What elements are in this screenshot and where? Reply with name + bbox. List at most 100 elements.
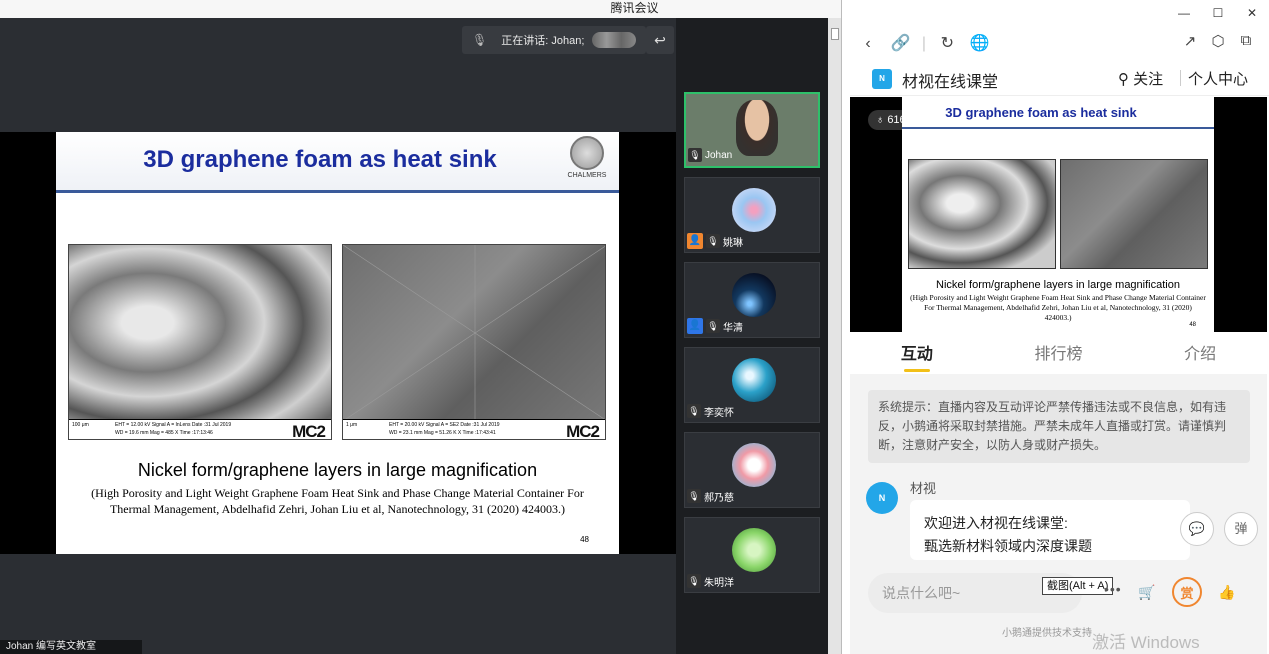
refresh-icon[interactable]: ↻ xyxy=(933,33,961,53)
live-sem-left xyxy=(908,159,1056,269)
sem-params-a: EHT = 20.00 kV Signal A = SE2 Date :31 J… xyxy=(389,422,500,428)
mic-icon: 🎙 xyxy=(688,148,702,162)
more-icon[interactable]: ••• xyxy=(1104,581,1122,597)
participant-tile[interactable]: 👤 🎙 姚琳 xyxy=(684,177,820,253)
meeting-area: 🎙 正在讲话: Johan; ↩ 3D graphene foam as hea… xyxy=(0,18,828,654)
reward-button[interactable]: 赏 xyxy=(1172,577,1202,607)
seal-text: CHALMERS xyxy=(567,172,607,179)
participant-name: 华清 xyxy=(723,322,743,334)
share-icon[interactable]: ↗ xyxy=(1176,32,1204,50)
avatar xyxy=(732,273,776,317)
avatar xyxy=(732,188,776,232)
participant-video xyxy=(736,100,778,156)
system-notice: 系统提示：直播内容及互动评论严禁传播违法或不良信息，如有违反，小鹅通将采取封禁措… xyxy=(868,390,1250,463)
participant-tile[interactable]: 🎙 朱明洋 xyxy=(684,517,820,593)
header-divider xyxy=(56,190,619,193)
shared-screen: 3D graphene foam as heat sink CHALMERS 1… xyxy=(0,132,676,554)
chat-input-row: 说点什么吧~ 截图(Alt + A) ••• 🛒 赏 👍 xyxy=(850,565,1267,620)
app-name: 材视在线课堂 xyxy=(902,74,999,91)
document-icon xyxy=(831,28,839,40)
slide-page-number: 48 xyxy=(580,535,589,544)
globe-icon[interactable]: 🌐 xyxy=(966,33,994,53)
tab-interaction[interactable]: 互动 xyxy=(901,340,933,372)
presenter-name-tag: Johan 编写英文教室 xyxy=(0,640,142,654)
participant-label: 🎙 朱明洋 xyxy=(687,573,734,589)
slide-caption: Nickel form/graphene layers in large mag… xyxy=(137,460,538,480)
sem-scale: 100 μm xyxy=(72,422,89,428)
follow-label: 关注 xyxy=(1133,71,1164,88)
live-slide: 3D graphene foam as heat sink Nickel for… xyxy=(902,97,1214,332)
mic-muted-icon: 🎙 xyxy=(687,574,701,588)
avatar xyxy=(732,528,776,572)
nav-divider: | xyxy=(921,35,926,52)
avatar xyxy=(732,443,776,487)
seal-emblem xyxy=(570,136,604,170)
windows-watermark: 激活 Windows xyxy=(1092,633,1200,652)
participant-tile[interactable]: 🎙 李奕怀 xyxy=(684,347,820,423)
participant-video-list[interactable]: 🎙 Johan 👤 🎙 姚琳 👤 🎙 华清 🎙 李奕怀 🎙 郝乃慈 🎙 朱明洋 xyxy=(676,18,828,654)
like-icon[interactable]: 👍 xyxy=(1212,577,1242,607)
screenshot-tooltip: 截图(Alt + A) xyxy=(1042,577,1114,595)
sem-params-a: EHT = 12.00 kV Signal A = InLens Date :3… xyxy=(115,422,232,428)
sem-crosshair xyxy=(343,245,605,421)
participant-label: 🎙 郝乃慈 xyxy=(687,488,734,504)
cube-icon[interactable]: ⬡ xyxy=(1204,32,1232,50)
header-divider xyxy=(1180,70,1181,86)
pin-icon[interactable]: ⧉ xyxy=(1232,32,1260,50)
slide-title: 3D graphene foam as heat sink xyxy=(143,146,497,173)
live-classroom-panel: — ☐ ✕ ‹ 🔗 | ↻ 🌐 ↗ ⬡ ⧉ N 材视在线课堂 ⚲ 关注 个人中心… xyxy=(841,0,1269,654)
live-video[interactable]: ♁ 6160 3D graphene foam as heat sink Nic… xyxy=(850,97,1267,332)
participant-name: 姚琳 xyxy=(723,237,743,249)
participant-label: 👤 🎙 姚琳 xyxy=(687,233,743,249)
live-slide-reference: (High Porosity and Light Weight Graphene… xyxy=(910,293,1206,322)
live-slide-page: 48 xyxy=(1189,322,1196,328)
meeting-top-bar: 🎙 正在讲话: Johan; ↩ xyxy=(0,18,676,132)
mic-muted-icon: 🎙 xyxy=(706,234,720,248)
sender-avatar: N xyxy=(866,482,898,514)
maximize-icon[interactable]: ☐ xyxy=(1201,0,1235,26)
participant-tile[interactable]: 🎙 Johan xyxy=(684,92,820,168)
avatar xyxy=(732,358,776,402)
participant-name: 李奕怀 xyxy=(704,407,734,419)
sem-params-b: WD = 23.1 mm Mag = 51.26 K X Time :17:43… xyxy=(389,430,496,436)
close-icon[interactable]: ✕ xyxy=(1235,0,1269,26)
blurred-name xyxy=(592,32,636,48)
participant-name: 朱明洋 xyxy=(704,577,734,589)
mic-muted-icon: 🎙 xyxy=(687,404,701,418)
participant-label: 👤 🎙 华清 xyxy=(687,318,743,334)
comment-icon[interactable]: 💬 xyxy=(1180,512,1214,546)
sem-image-right: 1 μm EHT = 20.00 kV Signal A = SE2 Date … xyxy=(342,244,606,440)
exit-share-icon[interactable]: ↩ xyxy=(646,26,674,54)
viewer-icon: ♁ xyxy=(876,114,888,126)
host-badge-icon: 👤 xyxy=(687,233,703,249)
mic-muted-icon: 🎙 xyxy=(687,489,701,503)
participant-label: 🎙 Johan xyxy=(688,147,732,163)
app-header: N 材视在线课堂 ⚲ 关注 个人中心 xyxy=(850,60,1269,96)
shopping-cart-icon[interactable]: 🛒 xyxy=(1132,577,1162,607)
link-icon[interactable]: 🔗 xyxy=(886,33,914,53)
window-controls: — ☐ ✕ xyxy=(1167,0,1269,26)
live-sem-right xyxy=(1060,159,1208,269)
window-title: 腾讯会议 xyxy=(610,1,659,15)
back-icon[interactable]: ‹ xyxy=(854,35,882,53)
follow-button[interactable]: ⚲ 关注 xyxy=(1118,68,1163,89)
participant-tile[interactable]: 👤 🎙 华清 xyxy=(684,262,820,338)
mic-muted-icon: 🎙 xyxy=(706,319,720,333)
browser-nav-row: ‹ 🔗 | ↻ 🌐 ↗ ⬡ ⧉ xyxy=(842,28,1269,58)
app-logo-icon: N xyxy=(872,69,892,89)
search-icon: ⚲ xyxy=(1118,71,1134,88)
danmu-button[interactable]: 弹 xyxy=(1224,512,1258,546)
tab-ranking[interactable]: 排行榜 xyxy=(1034,340,1082,364)
personal-center-link[interactable]: 个人中心 xyxy=(1188,68,1248,89)
tab-intro[interactable]: 介绍 xyxy=(1184,340,1216,364)
speaking-indicator: 🎙 正在讲话: Johan; xyxy=(462,26,646,54)
minimize-icon[interactable]: — xyxy=(1167,0,1201,26)
sender-name: 材视 xyxy=(910,481,937,496)
participant-tile[interactable]: 🎙 郝乃慈 xyxy=(684,432,820,508)
message-line-1: 欢迎进入材视在线课堂: xyxy=(924,515,1068,531)
cohost-badge-icon: 👤 xyxy=(687,318,703,334)
slide-reference: (High Porosity and Light Weight Graphene… xyxy=(91,486,584,516)
mic-muted-icon: 🎙 xyxy=(472,33,488,47)
sem-image-left: 100 μm EHT = 12.00 kV Signal A = InLens … xyxy=(68,244,332,440)
mc2-logo: MC2 xyxy=(566,422,600,440)
